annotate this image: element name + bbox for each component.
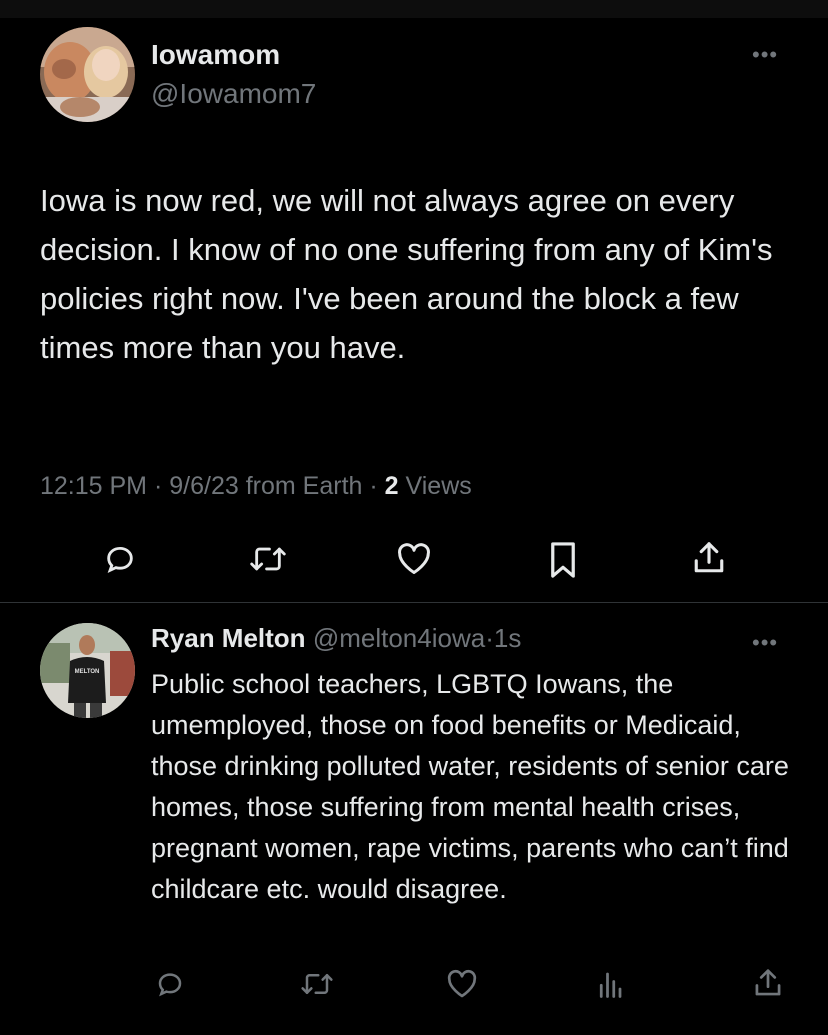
reply-icon[interactable] <box>152 966 188 1002</box>
tweet-meta: 12:15 PM · 9/6/23 from Earth · 2 Views <box>40 472 472 501</box>
retweet-icon[interactable] <box>298 966 336 1002</box>
tweet-date: 9/6/23 <box>169 472 239 500</box>
bookmark-icon[interactable] <box>543 539 583 581</box>
divider <box>0 602 828 603</box>
reply-author-name[interactable]: Ryan Melton <box>151 623 306 653</box>
reply-age[interactable]: 1s <box>494 623 521 653</box>
tweet-time: 12:15 PM <box>40 472 148 500</box>
meta-separator: · <box>485 623 494 653</box>
meta-separator: · <box>153 472 163 500</box>
tweet-text: Iowa is now red, we will not always agre… <box>40 183 773 365</box>
reply-text: Public school teachers, LGBTQ Iowans, th… <box>151 669 789 904</box>
avatar[interactable] <box>40 27 135 122</box>
views-label: Views <box>405 472 472 500</box>
reply-avatar[interactable]: MELTON <box>40 623 135 718</box>
reply-icon[interactable] <box>100 539 140 579</box>
author-handle[interactable]: @Iowamom7 <box>151 78 316 110</box>
share-icon[interactable] <box>750 964 786 1002</box>
like-icon[interactable] <box>444 966 480 1002</box>
top-strip <box>0 0 828 18</box>
reply-avatar-photo: MELTON <box>40 623 135 718</box>
share-icon[interactable] <box>688 537 730 579</box>
more-options-icon[interactable]: ••• <box>752 44 778 66</box>
retweet-icon[interactable] <box>246 539 290 579</box>
reply-header: Ryan Melton @melton4iowa·1s <box>151 623 521 654</box>
meta-separator: · <box>369 472 378 500</box>
avatar-photo <box>40 27 135 122</box>
tweet-source: from Earth <box>245 472 363 500</box>
shirt-text: MELTON <box>75 669 100 675</box>
views-count: 2 <box>384 472 399 500</box>
reply-author-handle[interactable]: @melton4iowa <box>313 623 485 653</box>
author-name[interactable]: Iowamom <box>151 39 280 71</box>
reply-more-options-icon[interactable]: ••• <box>752 632 778 654</box>
analytics-icon[interactable] <box>592 966 628 1002</box>
like-icon[interactable] <box>394 539 434 579</box>
